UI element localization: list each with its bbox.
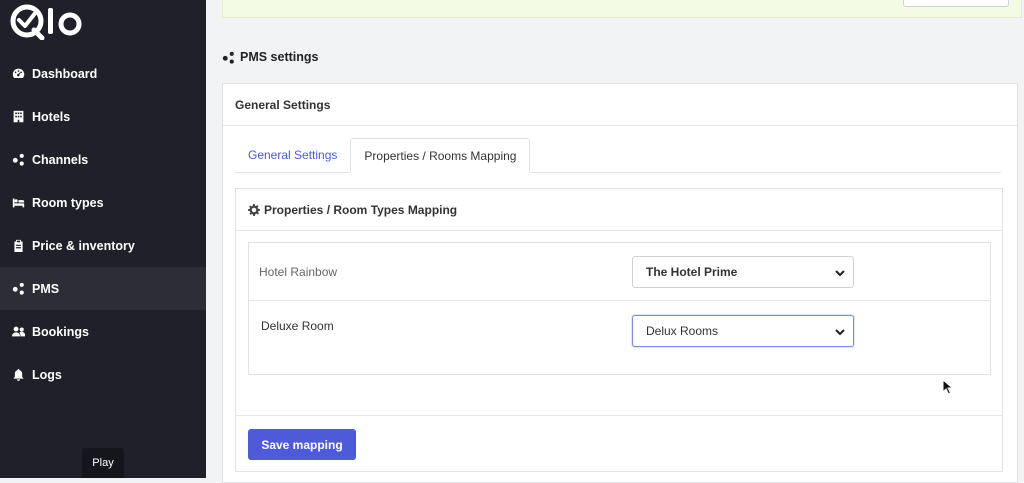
select-value: The Hotel Prime (646, 265, 738, 279)
table-row: Deluxe Room Delux Rooms (249, 301, 990, 358)
mapping-panel-title: Properties / Room Types Mapping (264, 202, 458, 217)
bell-icon (11, 368, 25, 382)
mapping-panel-footer: Save mapping (236, 415, 1002, 472)
chevron-down-icon (835, 267, 845, 277)
property-label: Hotel Rainbow (259, 264, 338, 279)
sidebar-item-bookings[interactable]: Bookings (0, 310, 206, 353)
general-settings-card: General Settings General Settings Proper… (222, 83, 1018, 483)
tab-general-settings[interactable]: General Settings (235, 138, 350, 172)
room-type-select[interactable]: Delux Rooms (632, 315, 854, 347)
sidebar-item-channels[interactable]: Channels (0, 138, 206, 181)
mouse-cursor-icon (942, 379, 954, 395)
building-icon (11, 110, 25, 124)
room-type-label: Deluxe Room (261, 319, 334, 333)
page-title: PMS settings (222, 50, 319, 64)
mapping-table: Hotel Rainbow The Hotel Prime Deluxe Roo… (248, 242, 991, 375)
sidebar-item-label: Room types (32, 195, 104, 210)
sidebar-item-logs[interactable]: Logs (0, 353, 206, 396)
settings-tabs: General Settings Properties / Rooms Mapp… (235, 138, 1001, 173)
card-title: General Settings (223, 84, 1017, 126)
clipboard-icon (11, 239, 25, 253)
hotel-select[interactable]: The Hotel Prime (632, 256, 854, 288)
main-content: PMS settings General Settings General Se… (206, 0, 1024, 483)
sidebar-item-label: Logs (32, 367, 62, 382)
share-nodes-icon (222, 51, 234, 64)
sidebar-item-price-inventory[interactable]: Price & inventory (0, 224, 206, 267)
chevron-down-icon (835, 326, 845, 336)
share-nodes-icon (11, 282, 25, 296)
banner-action-box[interactable] (903, 0, 1009, 7)
sidebar-item-dashboard[interactable]: Dashboard (0, 52, 206, 95)
mapping-panel-header: Properties / Room Types Mapping (236, 189, 1002, 231)
sidebar: Dashboard Hotels Channels Room types Pri… (0, 0, 206, 478)
select-value: Delux Rooms (646, 324, 719, 338)
sidebar-item-label: Dashboard (32, 66, 98, 81)
sidebar-item-pms[interactable]: PMS (0, 267, 206, 310)
gauge-icon (11, 67, 25, 81)
share-nodes-icon (11, 153, 25, 167)
notification-banner (222, 0, 1022, 18)
sidebar-item-label: Bookings (32, 324, 89, 339)
sidebar-item-label: Hotels (32, 109, 71, 124)
gear-icon (248, 203, 260, 216)
play-tooltip: Play (82, 448, 124, 478)
table-row: Hotel Rainbow The Hotel Prime (249, 243, 990, 301)
sidebar-item-label: Channels (32, 152, 89, 167)
save-mapping-button[interactable]: Save mapping (248, 429, 356, 460)
users-icon (11, 325, 25, 339)
sidebar-item-hotels[interactable]: Hotels (0, 95, 206, 138)
sidebar-nav: Dashboard Hotels Channels Room types Pri… (0, 52, 206, 396)
tab-properties-rooms-mapping[interactable]: Properties / Rooms Mapping (350, 138, 531, 173)
sidebar-item-room-types[interactable]: Room types (0, 181, 206, 224)
bed-icon (11, 196, 25, 210)
page-title-text: PMS settings (240, 50, 319, 64)
qlo-logo[interactable] (10, 2, 90, 41)
mapping-panel: Properties / Room Types Mapping Hotel Ra… (235, 188, 1003, 472)
sidebar-item-label: PMS (32, 281, 60, 296)
sidebar-item-label: Price & inventory (32, 238, 135, 253)
